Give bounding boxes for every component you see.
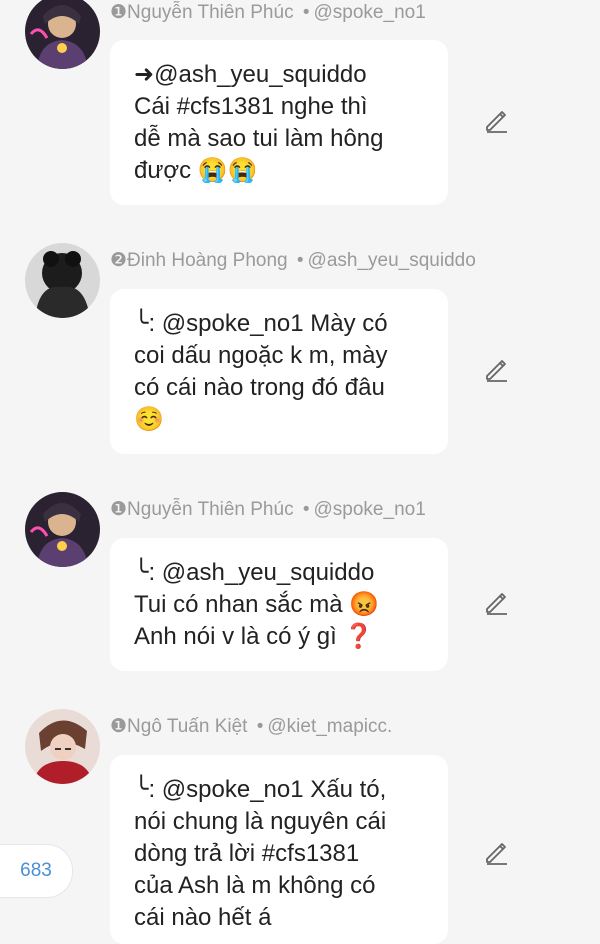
separator: •: [302, 2, 310, 23]
comment-line: Anh nói v là có ý gì ❓: [134, 623, 374, 650]
avatar[interactable]: [25, 709, 100, 784]
comment-line: của Ash là m không có: [134, 872, 376, 899]
comment-line: Tui có nhan sắc mà 😡: [134, 591, 380, 618]
comment-line: có cái nào trong đó đâu: [134, 374, 385, 401]
comment-line: được 😭😭: [134, 157, 258, 184]
author-name: ❷Đinh Hoàng Phong: [110, 250, 288, 271]
avatar[interactable]: [25, 243, 100, 318]
comment-line: ╰: @ash_yeu_squiddo: [134, 559, 375, 586]
comment-author[interactable]: ❷Đinh Hoàng Phong • @ash_yeu_squiddo: [110, 249, 476, 272]
separator: •: [256, 716, 264, 737]
comment-line: cái nào hết á: [134, 904, 272, 931]
pencil-edit-icon[interactable]: [483, 108, 509, 134]
comment-line: coi dấu ngoặc k m, mày: [134, 342, 388, 369]
separator: •: [302, 499, 310, 520]
author-handle[interactable]: @ash_yeu_squiddo: [308, 250, 476, 271]
pencil-edit-icon[interactable]: [483, 357, 509, 383]
separator: •: [296, 250, 304, 271]
comment-author[interactable]: ❶Nguyễn Thiên Phúc • @spoke_no1: [110, 498, 426, 521]
author-name: ❶Ngô Tuấn Kiệt: [110, 716, 248, 737]
comment-bubble: ╰: @ash_yeu_squiddo Tui có nhan sắc mà 😡…: [110, 538, 448, 671]
comment-line: dòng trả lời #cfs1381: [134, 840, 360, 867]
comment-bubble: ╰: @spoke_no1 Mày có coi dấu ngoặc k m, …: [110, 289, 448, 454]
comment-bubble: ╰: @spoke_no1 Xấu tó, nói chung là nguyê…: [110, 755, 448, 944]
comment-bubble: ➜@ash_yeu_squiddo Cái #cfs1381 nghe thì …: [110, 40, 448, 205]
comment-counter-badge[interactable]: 683: [0, 844, 73, 898]
pencil-edit-icon[interactable]: [483, 590, 509, 616]
avatar[interactable]: [25, 0, 100, 69]
comment-author[interactable]: ❶Ngô Tuấn Kiệt • @kiet_mapicc.: [110, 715, 392, 738]
author-name: ❶Nguyễn Thiên Phúc: [110, 2, 294, 23]
author-handle[interactable]: @kiet_mapicc.: [267, 716, 392, 737]
comment-line: ╰: @spoke_no1 Mày có: [134, 310, 388, 337]
comment-line: ╰: @spoke_no1 Xấu tó,: [134, 776, 387, 803]
comment-line: ➜@ash_yeu_squiddo: [134, 61, 367, 88]
avatar[interactable]: [25, 492, 100, 567]
author-name: ❶Nguyễn Thiên Phúc: [110, 499, 294, 520]
comment-line: Cái #cfs1381 nghe thì: [134, 93, 368, 120]
pencil-edit-icon[interactable]: [483, 840, 509, 866]
comment-author[interactable]: ❶Nguyễn Thiên Phúc • @spoke_no1: [110, 1, 426, 24]
comment-line: nói chung là nguyên cái: [134, 808, 387, 835]
author-handle[interactable]: @spoke_no1: [314, 499, 426, 520]
comment-line: dễ mà sao tui làm hông: [134, 125, 384, 152]
author-handle[interactable]: @spoke_no1: [314, 2, 426, 23]
comment-line: ☺️: [134, 406, 164, 433]
